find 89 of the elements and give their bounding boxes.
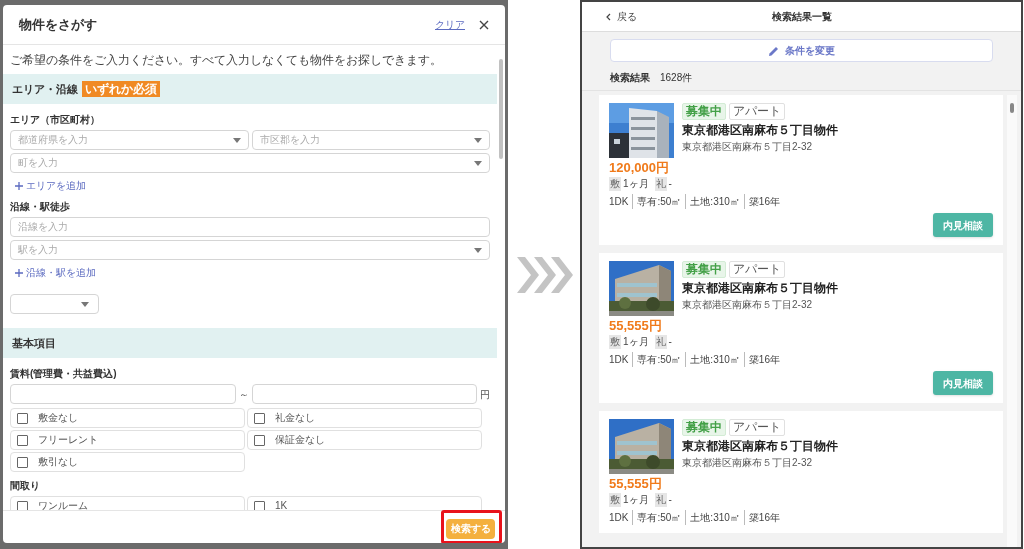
unit-label: 円 — [480, 387, 490, 402]
key-money-badge: 礼 — [654, 493, 667, 507]
chevrons-icon — [515, 254, 573, 295]
change-conditions-button[interactable]: 条件を変更 — [610, 39, 993, 62]
price: 55,555円 — [609, 476, 662, 492]
caret-icon — [474, 160, 482, 166]
listing-card[interactable]: 募集中 アパート 東京都港区南麻布５丁目物件 東京都港区南麻布５丁目2-32 55,555円 敷 1ヶ月 礼 - 1DK 専有:50㎡ 土地:310㎡ 築16年 内見相談 — [599, 253, 1003, 403]
property-address: 東京都港区南麻布５丁目2-32 — [682, 456, 813, 469]
tag: アパート — [729, 419, 785, 436]
clear-link[interactable]: クリア — [435, 17, 465, 32]
checkbox[interactable] — [254, 434, 265, 446]
deposit-badge: 敷 — [609, 493, 621, 507]
checkbox[interactable] — [254, 500, 265, 510]
spec-text: 土地:310㎡ — [685, 194, 744, 209]
required-badge: いずれか必須 — [82, 81, 160, 97]
tag: アパート — [729, 103, 785, 120]
spec-text: 1DK — [609, 195, 630, 209]
back-link[interactable]: 戻る — [606, 9, 637, 24]
property-name: 東京都港区南麻布５丁目物件 — [682, 280, 838, 296]
page-title: 検索結果一覧 — [771, 10, 832, 24]
plus-icon — [15, 268, 23, 277]
property-name: 東京都港区南麻布５丁目物件 — [682, 438, 838, 454]
select-field[interactable] — [10, 294, 99, 314]
spec-text: 専有:50㎡ — [632, 352, 686, 367]
field-label: 間取り — [10, 479, 41, 493]
results-count: 1628件 — [660, 71, 693, 85]
checkbox-option[interactable]: 敷金なし — [10, 408, 245, 428]
tag: アパート — [729, 261, 785, 278]
tag: 募集中 — [682, 103, 726, 120]
checkbox-option[interactable]: ワンルーム — [10, 496, 245, 510]
section-header: エリア・沿線 いずれか必須 — [3, 74, 497, 104]
field-label: 沿線・駅徒歩 — [10, 200, 71, 214]
checkbox-option[interactable]: 敷引なし — [10, 452, 245, 472]
close-icon[interactable] — [479, 19, 489, 30]
spec-text: 築16年 — [743, 194, 784, 209]
dialog-title: 物件をさがす — [19, 15, 97, 34]
checkbox[interactable] — [17, 456, 28, 468]
deposit-badge: 敷 — [609, 335, 621, 349]
add-link[interactable]: エリアを追加 — [15, 178, 86, 193]
spec-text: 専有:50㎡ — [632, 510, 686, 525]
key-money-badge: 礼 — [654, 177, 667, 191]
listing-card[interactable]: 募集中 アパート 東京都港区南麻布５丁目物件 東京都港区南麻布５丁目2-32 55,555円 敷 1ヶ月 礼 - 1DK 専有:50㎡ 土地:310㎡ 築16年 — [599, 411, 1003, 533]
checkbox[interactable] — [17, 434, 28, 446]
tag: 募集中 — [682, 261, 726, 278]
deposit-value: 1ヶ月 — [623, 335, 649, 349]
deposit-value: 1ヶ月 — [623, 177, 649, 191]
checkbox[interactable] — [254, 412, 265, 424]
tag: 募集中 — [682, 419, 726, 436]
plus-icon — [15, 181, 23, 190]
property-address: 東京都港区南麻布５丁目2-32 — [682, 298, 813, 311]
input-field[interactable] — [10, 384, 236, 404]
field-label: 賃料(管理費・共益費込) — [10, 367, 118, 381]
pencil-icon — [768, 45, 779, 56]
caret-icon — [474, 137, 482, 143]
checkbox-option[interactable]: 礼金なし — [247, 408, 482, 428]
caret-icon — [81, 301, 89, 307]
checkbox[interactable] — [17, 500, 28, 510]
property-name: 東京都港区南麻布５丁目物件 — [682, 122, 838, 138]
key-money-value: - — [668, 335, 672, 349]
spec-text: 1DK — [609, 511, 630, 525]
back-chevron-icon — [606, 12, 611, 21]
deposit-badge: 敷 — [609, 177, 621, 191]
key-money-value: - — [668, 177, 672, 191]
spec-text: 土地:310㎡ — [685, 352, 744, 367]
property-address: 東京都港区南麻布５丁目2-32 — [682, 140, 813, 153]
spec-text: 1DK — [609, 353, 630, 367]
checkbox-option[interactable]: 保証金なし — [247, 430, 482, 450]
spec-text: 築16年 — [743, 352, 784, 367]
caret-icon — [232, 137, 241, 143]
key-money-badge: 礼 — [654, 335, 667, 349]
results-label: 検索結果 — [610, 71, 650, 85]
spec-text: 土地:310㎡ — [685, 510, 744, 525]
key-money-value: - — [668, 493, 672, 507]
price: 55,555円 — [609, 318, 662, 334]
price: 120,000円 — [609, 160, 669, 176]
checkbox-option[interactable]: フリーレント — [10, 430, 245, 450]
add-link[interactable]: 沿線・駅を追加 — [15, 265, 96, 280]
spec-text: 専有:50㎡ — [632, 194, 686, 209]
spec-text: 築16年 — [743, 510, 784, 525]
listing-card[interactable]: 募集中 アパート 東京都港区南麻布５丁目物件 東京都港区南麻布５丁目2-32 120,000円 敷 1ヶ月 礼 - 1DK 専有:50㎡ 土地:310㎡ 築16年 内見相談 — [599, 95, 1003, 245]
instruction-text: ご希望の条件をご入力ください。すべて入力しなくても物件をお探しできます。 — [9, 52, 443, 69]
range-separator: ～ — [238, 387, 249, 402]
input-field[interactable] — [251, 384, 477, 404]
field-label: エリア（市区町村） — [10, 113, 101, 127]
checkbox-option[interactable]: 1K — [247, 496, 482, 510]
caret-icon — [474, 247, 482, 253]
section-header: 基本項目 — [3, 328, 497, 358]
deposit-value: 1ヶ月 — [623, 493, 649, 507]
checkbox[interactable] — [17, 412, 28, 424]
